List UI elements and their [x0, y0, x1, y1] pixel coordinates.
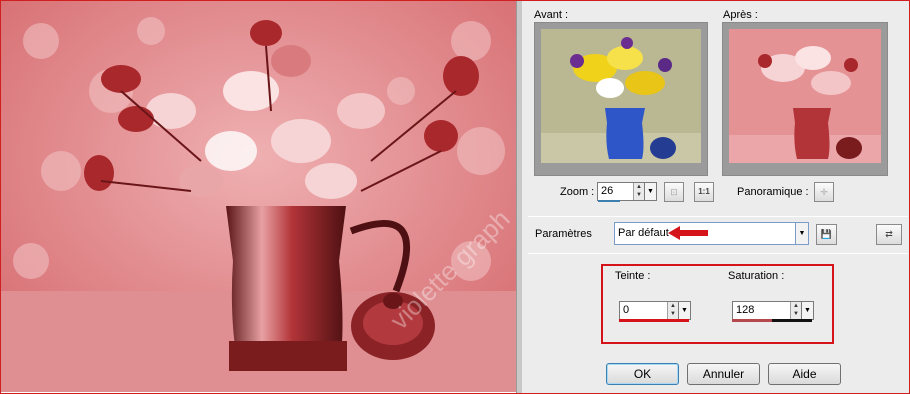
screenshot-border [0, 0, 910, 394]
